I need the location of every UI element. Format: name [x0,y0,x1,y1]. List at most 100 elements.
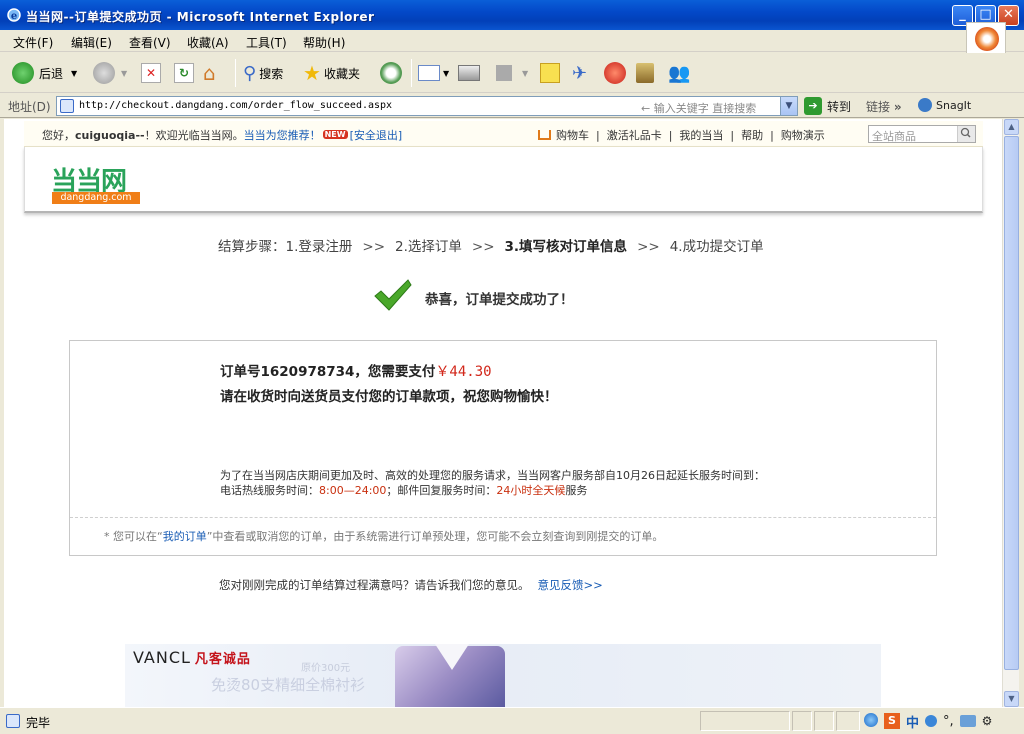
scroll-down-icon[interactable]: ▼ [1004,691,1019,707]
users-button[interactable]: 👥 [668,60,690,86]
go-button[interactable]: ➔ 转到 [804,97,851,115]
print-button[interactable] [458,60,480,86]
forward-arrow-icon [93,62,115,84]
order-amount: ￥44.30 [435,364,492,380]
recommend-link[interactable]: 当当为您推荐！ [244,129,321,142]
site-top-nav: 您好，cuiguoqia--！欢迎光临当当网。当当为您推荐！ NEW [安全退出] … [24,121,983,147]
mail-dropdown-icon[interactable]: ▼ [443,69,449,78]
logout-link[interactable]: [安全退出] [350,129,403,142]
title-bar: e 当当网--订单提交成功页 - Microsoft Internet Expl… [0,0,1024,30]
dangdang-logo-domain: dangdang.com [52,192,140,204]
address-url[interactable]: http://checkout.dangdang.com/order_flow_… [79,100,392,111]
search-icon: ⚲ [243,62,257,84]
browser-throbber [966,22,1006,54]
order-footnote: * 您可以在“我的订单”中查看或取消您的订单，由于系统需进行订单预处理，您可能不… [104,530,664,543]
forward-dropdown-icon[interactable]: ▼ [121,69,127,78]
print-icon [458,65,480,81]
menu-bar: 文件(F) 编辑(E) 查看(V) 收藏(A) 工具(T) 帮助(H) [0,30,1024,52]
checkout-steps: 结算步骤：1.登录注册 >> 2.选择订单 >> 3.填写核对订单信息 >> 4.成功提交订… [218,239,764,255]
site-header: 当当网 dangdang.com [24,147,983,213]
edit-button[interactable]: ▼ [496,60,528,86]
feedback-link[interactable]: 意见反馈>> [538,578,603,592]
tomato-icon [604,62,626,84]
ime-toolbar[interactable]: S 中 °, ⚙ [884,712,993,731]
edit-icon [496,65,512,81]
scroll-up-icon[interactable]: ▲ [1004,119,1019,135]
site-search-button[interactable] [957,126,975,142]
nav-gift-card[interactable]: 激活礼品卡 [607,129,662,142]
address-search-hint: ← 输入关键字 直接搜索 [641,102,757,115]
username: cuiguoqia-- [75,129,145,142]
go-label: 转到 [827,99,852,114]
ime-punct-icon[interactable]: °, [943,714,954,729]
snagit-button[interactable]: SnagIt [918,98,971,112]
site-search-input[interactable]: 全站商品 [868,125,976,143]
menu-favorites[interactable]: 收藏(A) [187,34,229,51]
status-text: 完毕 [26,716,51,730]
vancl-ad-banner[interactable]: VANCL 凡客诚品 原价300元 免烫80支精细全棉衬衫 [125,644,881,707]
notes-button[interactable] [540,60,560,86]
scroll-thumb[interactable] [1004,136,1019,670]
go-arrow-icon: ➔ [804,97,822,115]
service-hours: 电话热线服务时间：8:00—24:00；邮件回复服务时间：24小时全天候服务 [220,484,588,497]
divider [70,517,936,518]
back-dropdown-icon[interactable]: ▼ [71,69,77,78]
status-panel-zone [836,711,860,731]
nav-cart[interactable]: 购物车 [556,129,589,142]
site-search-placeholder: 全站商品 [872,130,916,143]
history-icon [380,62,402,84]
menu-view[interactable]: 查看(V) [129,34,171,51]
snagit-label: SnagIt [936,98,972,112]
home-icon: ⌂ [203,61,216,85]
order-info-box: 订单号1620978734，您需要支付￥44.30 请在收货时向送货员支付您的订… [69,340,937,556]
new-tag: NEW [322,130,348,139]
messenger-icon: ✈ [572,62,588,84]
status-panel [700,711,790,731]
back-button[interactable]: 后退 ▼ [12,60,77,86]
ime-halfwidth-icon[interactable] [925,715,938,727]
ie-logo-icon: e [7,8,21,22]
status-page-icon [6,714,20,728]
mail-button[interactable]: ▼ [418,60,449,86]
address-label: 地址(D) [8,100,51,114]
browser-logo-icon [975,27,999,51]
research-button[interactable] [636,60,654,86]
refresh-button[interactable]: ↻ [174,60,194,86]
stop-button[interactable]: ✕ [141,60,161,86]
messenger-button[interactable]: ✈ [572,60,587,86]
menu-help[interactable]: 帮助(H) [303,34,345,51]
greeting: 您好，cuiguoqia--！欢迎光临当当网。当当为您推荐！ NEW [安全退出] [42,129,403,142]
history-button[interactable] [380,60,402,86]
nav-my-dangdang[interactable]: 我的当当 [679,129,723,142]
favorites-button[interactable]: ★ 收藏夹 [303,60,360,86]
edit-dropdown-icon[interactable]: ▼ [522,69,528,78]
menu-edit[interactable]: 编辑(E) [71,34,112,51]
ime-chinese-mode[interactable]: 中 [906,712,919,731]
step-3: 3.填写核对订单信息 [504,239,628,255]
ime-keyboard-icon[interactable] [959,715,976,727]
nav-help[interactable]: 帮助 [741,129,763,142]
page-icon [60,99,74,113]
my-orders-link[interactable]: 我的订单 [163,530,207,543]
users-icon: 👥 [668,62,691,84]
sogou-ime-icon[interactable]: S [884,713,900,729]
payment-note: 请在收货时向送货员支付您的订单款项，祝您购物愉快！ [220,389,558,405]
page-viewport: 您好，cuiguoqia--！欢迎光临当当网。当当为您推荐！ NEW [安全退出] … [4,119,1002,707]
vertical-scrollbar[interactable]: ▲ ▼ [1002,119,1019,707]
search-button[interactable]: ⚲ 搜索 [243,60,283,86]
step-1: 1.登录注册 [285,239,353,255]
snagit-icon [918,98,932,112]
ime-tools-icon[interactable]: ⚙ [982,714,993,728]
home-button[interactable]: ⌂ [203,60,216,86]
menu-tools[interactable]: 工具(T) [246,34,287,51]
forward-button[interactable]: ▼ [93,60,127,86]
menu-file[interactable]: 文件(F) [13,34,53,51]
links-label[interactable]: 链接 » [866,98,902,115]
address-dropdown-icon[interactable]: ▼ [780,97,797,115]
status-panel-lock [792,711,812,731]
svg-text:e: e [11,11,17,22]
address-input[interactable]: http://checkout.dangdang.com/order_flow_… [56,96,798,116]
nav-shopping-demo[interactable]: 购物演示 [781,129,825,142]
tomato-button[interactable] [604,60,626,86]
cart-icon [538,130,551,140]
